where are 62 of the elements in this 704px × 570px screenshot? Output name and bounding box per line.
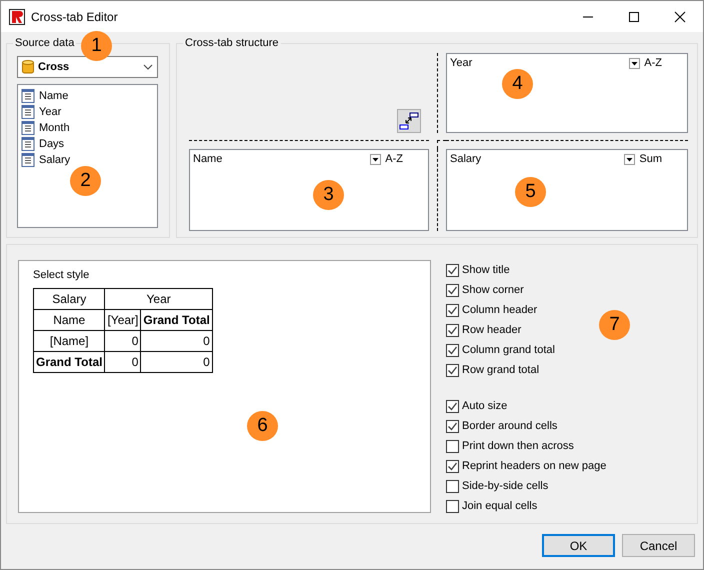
table-cell: Salary (34, 288, 105, 309)
callout-number: 1 (81, 31, 112, 61)
checkmark-icon (447, 364, 458, 376)
window-title: Cross-tab Editor (31, 8, 118, 26)
callout-number: 7 (599, 310, 630, 340)
table-cell: [Name] (34, 330, 105, 351)
field-icon (21, 105, 35, 119)
dialog-button[interactable]: OK (542, 534, 615, 557)
field-item[interactable]: Month (21, 120, 154, 136)
field-icon (21, 153, 35, 167)
datasource-dropdown[interactable]: Cross (17, 56, 158, 78)
table-cell: Year (104, 288, 212, 309)
table-cell: 0 (104, 330, 141, 351)
table-cell: Grand Total (140, 309, 212, 330)
app-logo-icon (9, 8, 25, 24)
checkmark-icon (447, 264, 458, 276)
checkbox-option[interactable]: Border around cells (446, 416, 558, 436)
dropdown-icon[interactable] (624, 154, 636, 165)
area-field: Salary (450, 151, 482, 168)
area-field: Name (193, 151, 222, 168)
area-option: Sum (639, 151, 662, 168)
area-option: A-Z (385, 151, 403, 168)
dropdown-icon[interactable] (370, 154, 382, 165)
checkmark-icon (447, 284, 458, 296)
checkmark-icon (447, 420, 458, 432)
swap-icon[interactable] (397, 109, 421, 133)
database-icon (22, 60, 34, 74)
table-cell: 0 (104, 351, 141, 372)
checkbox-option[interactable]: Join equal cells (446, 496, 538, 516)
checkmark-icon (447, 324, 458, 336)
area-field: Year (450, 55, 472, 72)
preview-label: Select style (33, 268, 90, 283)
table-cell: [Year] (104, 309, 141, 330)
checkbox-option[interactable]: Auto size (446, 396, 508, 416)
checkbox-option[interactable]: Side-by-side cells (446, 476, 548, 496)
checkbox-option[interactable]: Show title (446, 260, 510, 280)
field-item[interactable]: Days (21, 136, 154, 152)
checkbox-option[interactable]: Reprint headers on new page (446, 456, 606, 476)
field-icon (21, 89, 35, 103)
field-icon (21, 137, 35, 151)
table-cell: Name (34, 309, 105, 330)
checkmark-icon (447, 460, 458, 472)
field-item[interactable]: Name (21, 88, 154, 104)
table-cell: 0 (140, 330, 212, 351)
chevron-down-icon (143, 64, 153, 70)
field-item[interactable]: Year (21, 104, 154, 120)
area-option: A-Z (644, 55, 662, 72)
checkbox-option[interactable]: Row grand total (446, 360, 540, 380)
dialog-button[interactable]: Cancel (622, 534, 695, 557)
checkbox-option[interactable]: Column header (446, 300, 538, 320)
table-cell: Grand Total (34, 351, 105, 372)
checkbox-option[interactable]: Show corner (446, 280, 524, 300)
checkbox-option[interactable]: Row header (446, 320, 522, 340)
table-cell: 0 (140, 351, 212, 372)
checkmark-icon (447, 304, 458, 316)
dropdown-icon[interactable] (629, 58, 640, 69)
checkmark-icon (447, 344, 458, 356)
field-item[interactable]: Salary (21, 152, 154, 168)
checkbox-option[interactable]: Print down then across (446, 436, 574, 456)
checkmark-icon (447, 400, 458, 412)
field-icon (21, 121, 35, 135)
checkbox-option[interactable]: Column grand total (446, 340, 555, 360)
